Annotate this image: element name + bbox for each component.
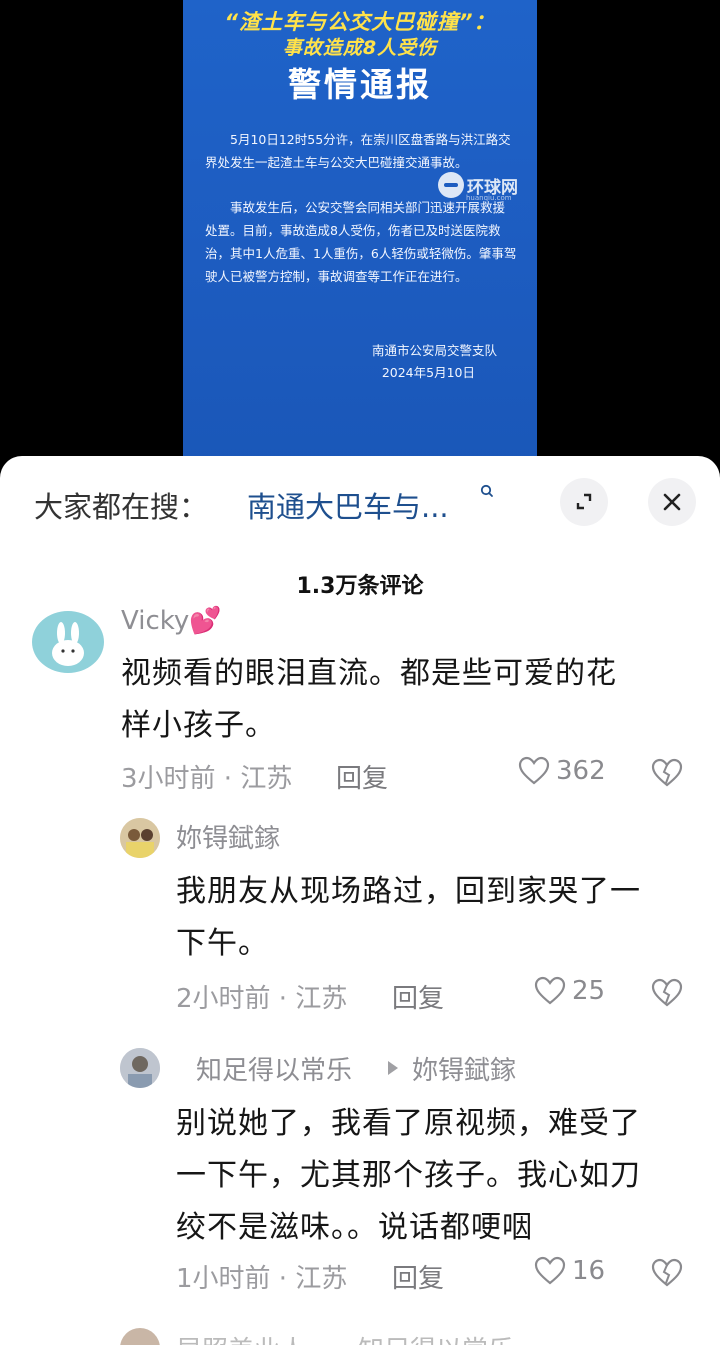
avatar[interactable] [120,1048,160,1088]
avatar[interactable] [120,818,160,858]
video-player[interactable]: “渣土车与公交大巴碰撞”： 事故造成8人受伤 警情通报 5月10日12时55分许… [0,0,720,470]
broken-heart-icon[interactable] [651,978,683,1008]
like-count: 16 [572,1256,606,1286]
reply-button[interactable]: 回复 [336,758,388,795]
comment-author[interactable]: 妳锝錻鎵 [176,818,280,855]
comment-sheet: 大家都在搜： 南通大巴车与... 1.3万条评论 Vicky💕 视频看的眼泪直流… [0,456,720,1345]
broken-heart-icon[interactable] [651,1258,683,1288]
expand-button[interactable] [560,478,608,526]
avatar[interactable] [120,1328,160,1345]
person-avatar-icon [120,818,160,858]
police-notice-poster: “渣土车与公交大巴碰撞”： 事故造成8人受伤 警情通报 5月10日12时55分许… [183,0,537,470]
heart-icon [534,1256,566,1285]
reply-button[interactable]: 回复 [392,1258,444,1295]
heart-icon [534,976,566,1005]
comment-text-line2: 一下午，尤其那个孩子。我心如刀 [176,1158,641,1193]
comment-count: 1.3万条评论 [296,574,424,599]
comment-text-line1: 别说她了，我看了原视频，难受了 [176,1106,641,1141]
like-button[interactable]: 362 [518,756,606,786]
close-button[interactable] [648,478,696,526]
watermark-logo-icon [438,172,464,198]
search-prefix-label: 大家都在搜： [34,490,209,524]
watermark-subtext: huanqiu.com [466,194,512,202]
watermark: 环球网 huanqiu.com [438,172,518,202]
reply-to-author[interactable]: 妳锝錻鎵 [412,1050,516,1087]
poster-signature: 南通市公安局交警支队 [371,343,497,358]
comment-text-line2: 下午。 [176,926,269,961]
person-avatar-icon [120,1048,160,1088]
poster-title: 警情通报 [288,65,432,104]
broken-heart-icon[interactable] [651,758,683,788]
reply-arrow-icon [388,1061,398,1075]
next-comment-author-peek: 早照美业人……知足得以常乐 [176,1330,514,1345]
comment-meta: 2小时前 · 江苏 [176,984,348,1014]
poster-paragraph-1: 5月10日12时55分许，在崇川区盘香路与洪江路交界处发生一起渣土车与公交大巴碰… [205,132,511,170]
comment-author[interactable]: Vicky💕 [121,606,222,636]
search-term-link[interactable]: 南通大巴车与... [247,484,449,526]
poster-paragraph-2: 事故发生后，公安交警会同相关部门迅速开展救援处置。目前，事故造成8人受伤，伤者已… [205,200,517,284]
comment-text-line3: 绞不是滋味。。说话都哽咽 [176,1210,533,1245]
comment-text-line1: 我朋友从现场路过，回到家哭了一 [176,874,641,909]
like-count: 362 [556,756,606,786]
poster-headline-line1: “渣土车与公交大巴碰撞”： [224,10,496,34]
comment-text-line1: 视频看的眼泪直流。都是些可爱的花 [121,656,617,691]
reply-button[interactable]: 回复 [392,978,444,1015]
expand-icon [576,493,592,510]
like-button[interactable]: 25 [534,976,605,1006]
like-count: 25 [572,976,606,1006]
like-button[interactable]: 16 [534,1256,605,1286]
avatar[interactable] [32,611,104,673]
comment-text-line2: 样小孩子。 [121,708,276,743]
comment-meta: 3小时前 · 江苏 [121,764,293,794]
poster-headline-line2: 事故造成8人受伤 [282,37,438,59]
heart-icon [518,756,550,785]
comment-meta: 1小时前 · 江苏 [176,1264,348,1294]
close-icon [663,493,681,511]
poster-date: 2024年5月10日 [381,365,475,380]
bunny-avatar-icon [52,622,84,666]
trending-search-bar[interactable]: 大家都在搜： 南通大巴车与... [34,478,700,528]
search-icon[interactable] [480,482,494,504]
comment-author[interactable]: 知足得以常乐 [196,1050,352,1087]
